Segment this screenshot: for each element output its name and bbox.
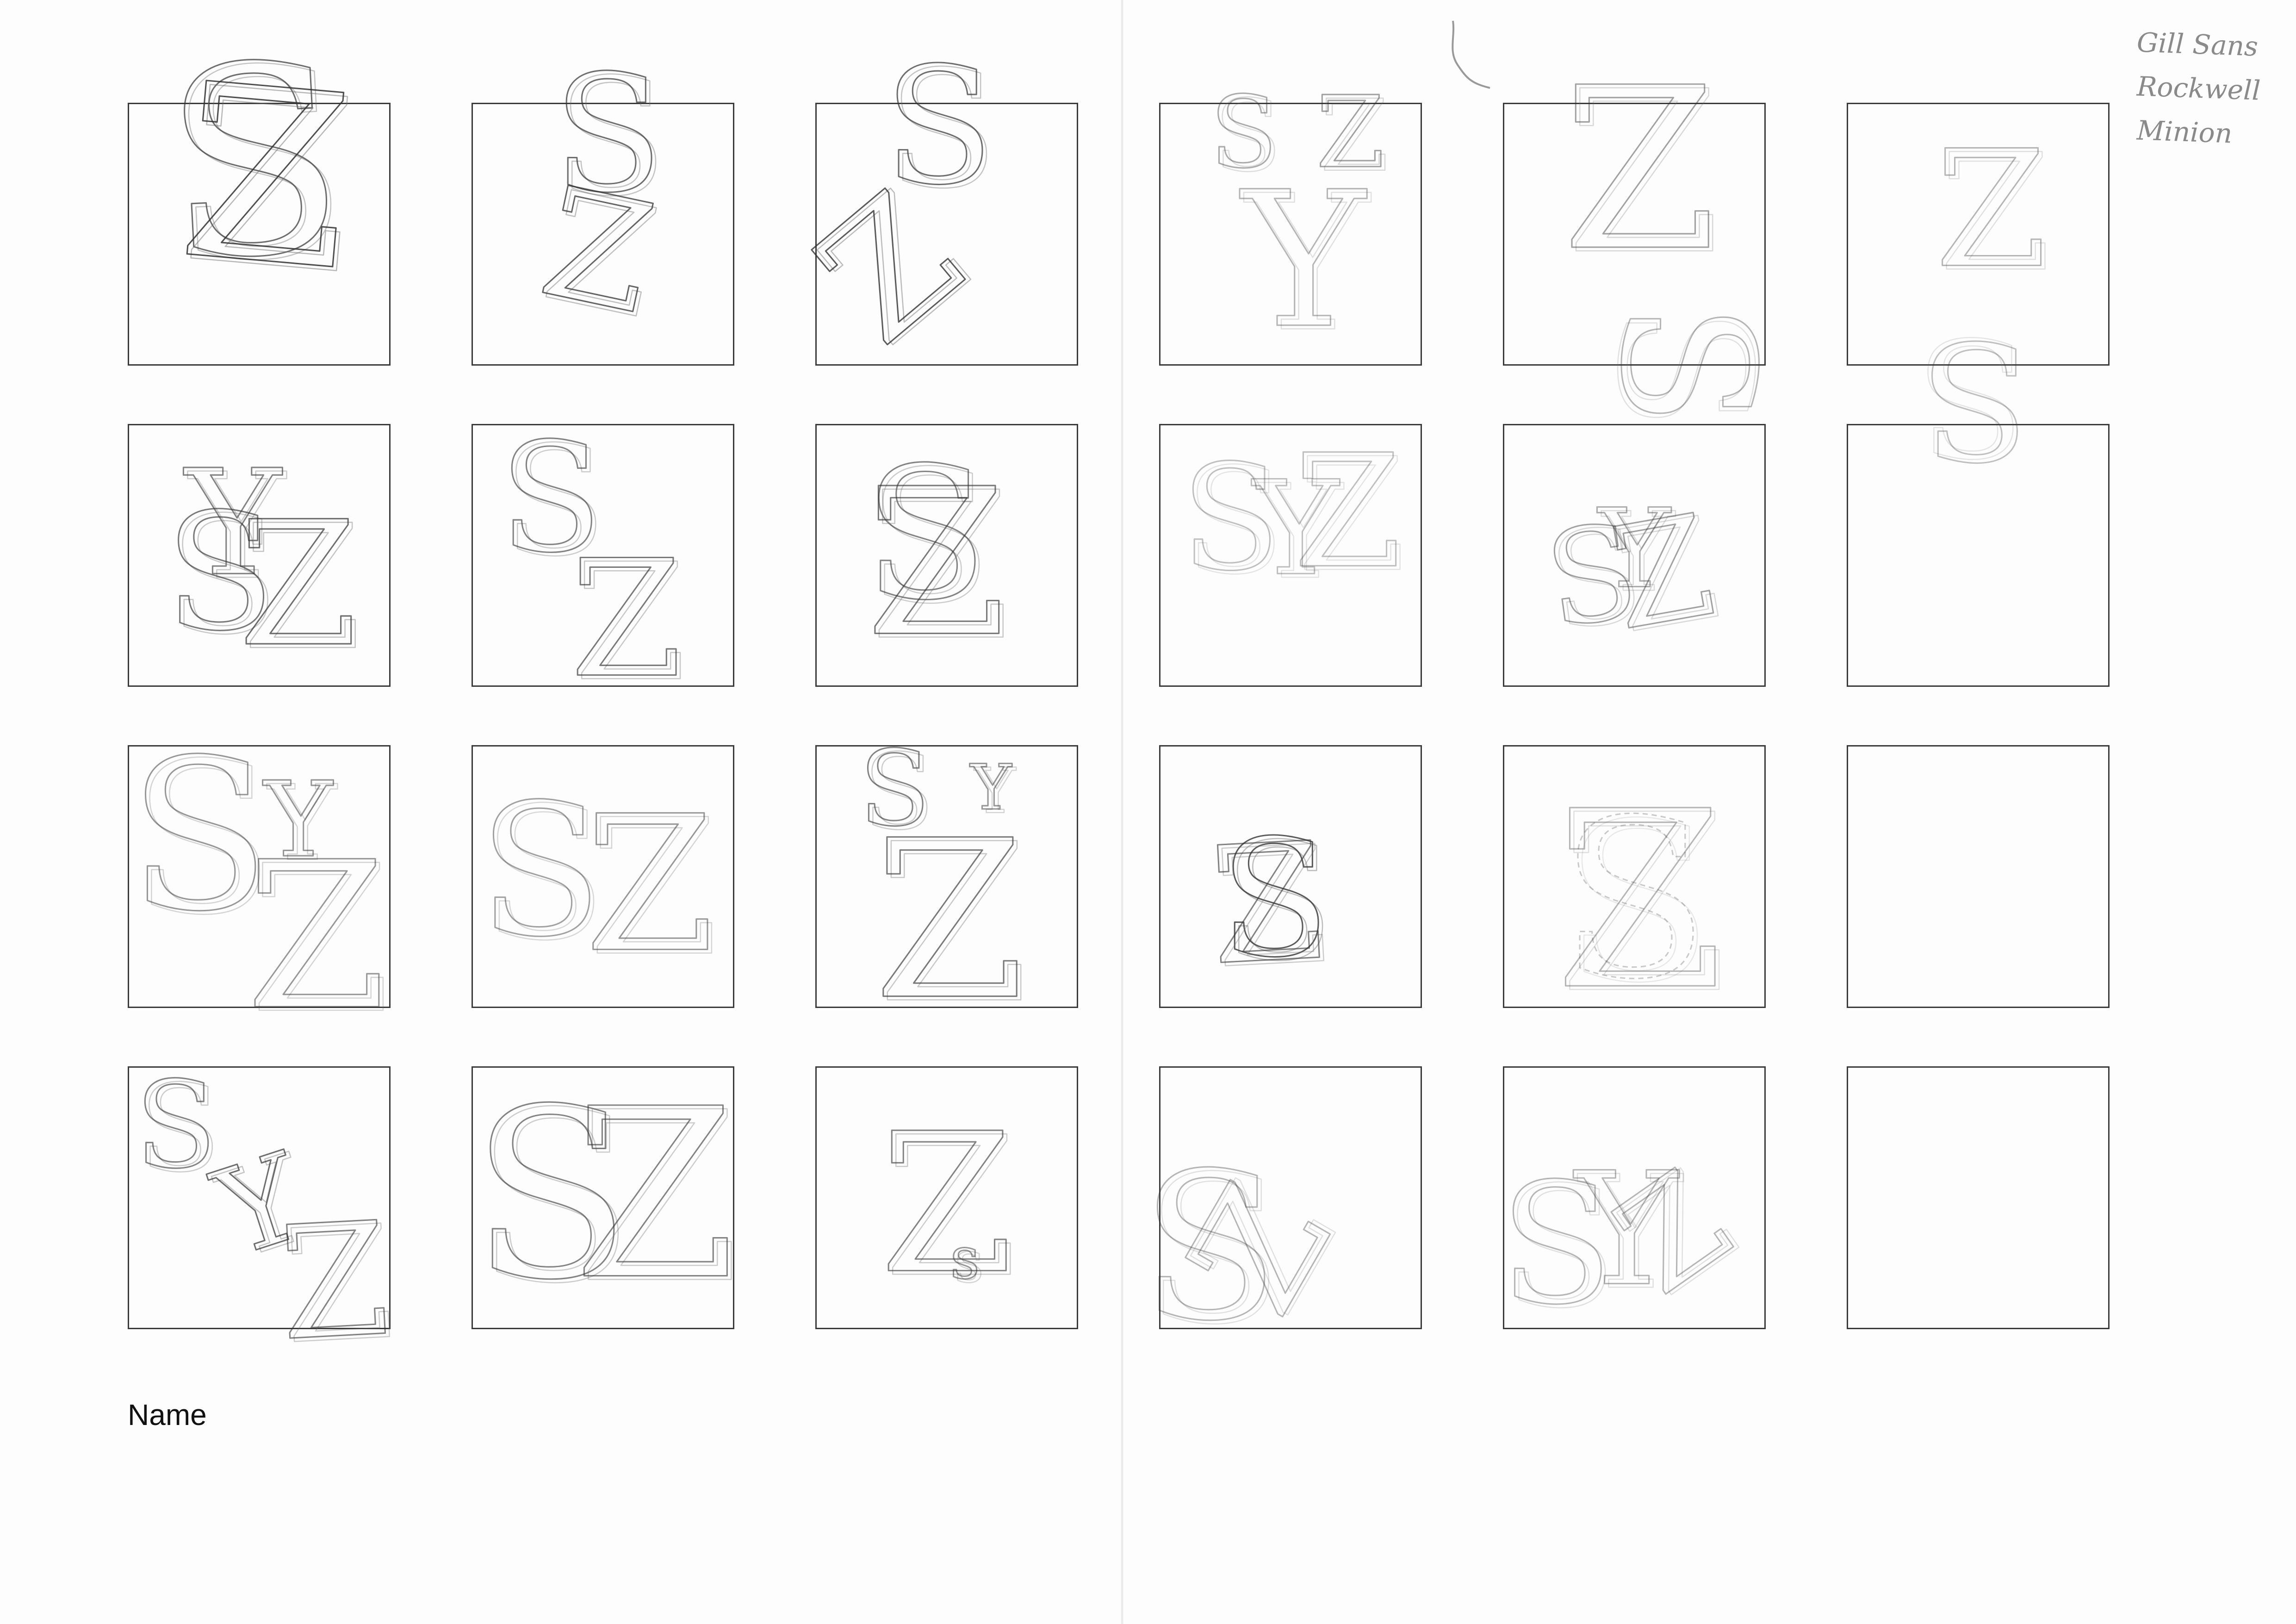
letter-sketch: ZZSS [1561,39,1793,431]
letter-sketch [1848,1068,2108,1328]
letter-outline: Z [246,819,387,1055]
letter-sketch: SSZZ [782,32,1002,380]
letter-sketch: SSZZ [528,40,672,353]
letter-sketch: ZZSS [1916,116,2052,493]
pencil-mark [1452,20,1490,89]
letter-outline: Z [275,1188,393,1375]
letter-sketch: SSZZ [863,427,1011,685]
letter-outline: Z [1935,116,2047,304]
letter-sketch: SSYYZZ [1536,483,1730,665]
thumbnail-box: SSYYZZ [815,728,1078,1052]
letter-sketch: ZZss [879,1092,1018,1321]
letter-sketch: SSYYZZ [127,715,391,1059]
thumbnail-box: ZZSS [1503,39,1793,431]
font-notes: Gill Sans Rockwell Minion [2136,23,2285,155]
letter-sketch: SSZZ [478,764,720,998]
letter-outline: Z [1206,808,1328,1001]
letter-sketch: SSYYZZ [1180,420,1407,609]
thumbnail-box: SSYYZZ [127,715,391,1059]
letter-outline: Z [1293,421,1402,603]
letter-outline: Z [880,1092,1014,1316]
font-note: Minion [2136,114,2233,149]
thumbnail-box: SSZZ [470,1058,741,1336]
letter-outline: Z [574,1059,736,1332]
letter-outline: Z [1562,39,1717,300]
letter-outline: S [135,1056,217,1195]
thumbnail-box: SSZZ [128,6,391,366]
thumbnail-box: SSYYZZ [1159,420,1422,687]
thumbnail-box: SSYYZZ [1499,1066,1766,1345]
letter-sketch: SSZZ [498,409,687,717]
letter-outline: Z [571,526,683,714]
letter-sketch: SSZZ [157,6,366,328]
letter-sketch: YYSSZZ [164,438,363,689]
letter-outline: Z [866,446,1007,682]
thumbnail-box: SSZZ [1159,745,1422,1008]
thumbnail-box: SSZZ [782,32,1078,380]
font-note: Gill Sans [2136,26,2259,62]
letter-outline: Y [1239,152,1367,370]
letter-outline: S [1581,302,1793,427]
thumbnail-box: SSZZ [815,424,1078,687]
letter-sketch: SSYYZZ [1499,1138,1762,1345]
thumbnail-box [1847,745,2110,1008]
letter-outline: Z [528,154,668,348]
font-note: Rockwell [2136,70,2261,106]
letter-sketch [1848,747,2108,1007]
thumbnail-box: ZZss [815,1066,1078,1329]
thumbnail-box: YYSSZZ [128,424,391,689]
thumbnail-box: SSYYZZ [1503,424,1766,687]
letter-sketch: ZZSS [1554,758,1729,1048]
letter-outline: Z [585,776,715,994]
thumbnail-box: SSZZ [472,745,734,1008]
thumbnail-box: SSZZ [1140,1066,1422,1370]
letter-outline: S [478,765,603,977]
letter-sketch: SSZZ [470,1058,741,1336]
letter-outline: s [950,1226,980,1292]
letter-outline: S [1559,773,1709,1027]
sketch-sheet: SSZZSSZZSSZZSSZZYYZZSSZZSSYYSSZZSSZZSSZZ… [0,0,2296,1624]
letter-sketch [1848,425,2108,685]
letter-sketch: SSZZ [1140,1129,1371,1370]
letter-outline: Z [238,485,358,684]
letter-outline: Z [874,794,1025,1048]
letter-outline: Z [171,31,361,324]
thumbnail-box: ZZSS [1503,745,1766,1048]
thumbnail-box: SSZZ [472,409,734,718]
name-label: Name [128,1398,207,1431]
letter-sketch: SSYYZZ [134,1055,398,1380]
sketch-grid: SSZZSSZZSSZZSSZZYYZZSSZZSSYYSSZZSSZZSSZZ… [0,0,2296,1624]
letter-sketch: SSYYZZ [858,728,1030,1052]
letter-sketch: SS ZZYY [1209,75,1390,373]
letter-sketch: SSZZ [1205,805,1335,1005]
thumbnail-box [1847,424,2110,687]
thumbnail-box: ZZSS [1847,103,2110,493]
thumbnail-box: SSYYZZ [128,1055,398,1380]
thumbnail-box: SSZZ [472,40,734,366]
thumbnail-box: SSZZYY [1159,75,1422,374]
thumbnail-box [1847,1066,2110,1329]
